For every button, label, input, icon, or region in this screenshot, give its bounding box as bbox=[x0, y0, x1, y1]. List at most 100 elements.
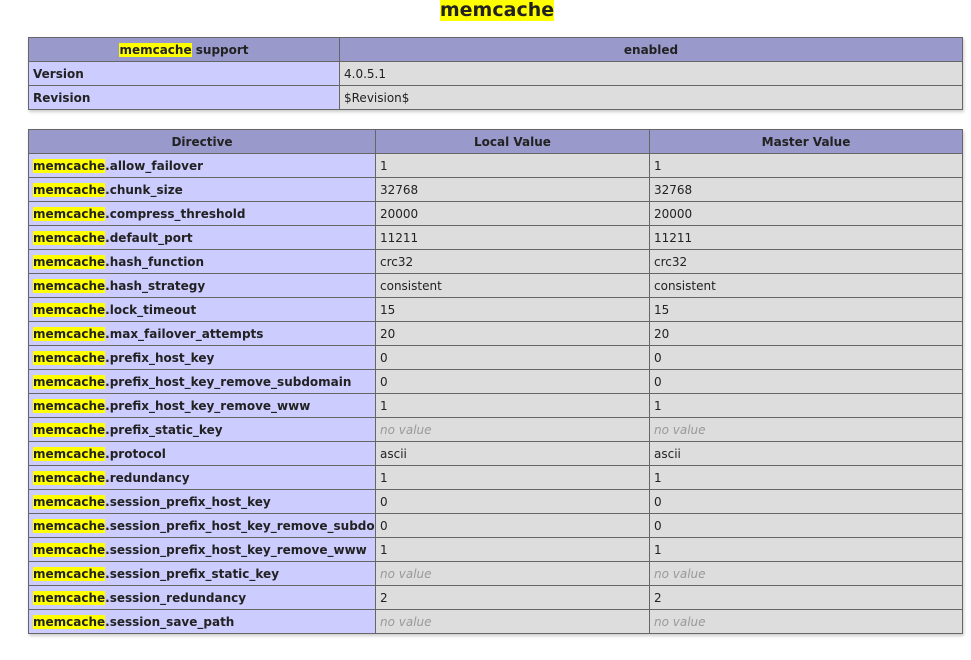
master-value: ascii bbox=[649, 441, 963, 466]
directive-name: memcache.max_failover_attempts bbox=[28, 321, 376, 346]
master-value: 20 bbox=[649, 321, 963, 346]
master-value: 0 bbox=[649, 345, 963, 370]
directive-name: memcache.allow_failover bbox=[28, 153, 376, 178]
master-value-column-header: Master Value bbox=[649, 129, 963, 154]
directive-suffix: .session_prefix_host_key_remove_subdomai… bbox=[105, 518, 375, 533]
master-value: no value bbox=[649, 561, 963, 586]
directive-name: memcache.lock_timeout bbox=[28, 297, 376, 322]
revision-label: Revision bbox=[28, 85, 340, 110]
revision-value: $Revision$ bbox=[339, 85, 963, 110]
table-row: memcache.session_prefix_static_key no val… bbox=[28, 561, 963, 586]
table-row: memcache.hash_function crc32 crc32 bbox=[28, 249, 963, 274]
directive-suffix: .session_prefix_static_key bbox=[105, 566, 280, 581]
directive-suffix: .compress_threshold bbox=[105, 206, 246, 221]
directive-name: memcache.session_prefix_static_key bbox=[28, 561, 376, 586]
local-value: 15 bbox=[375, 297, 650, 322]
search-highlight: memcache bbox=[33, 566, 106, 581]
master-value: 1 bbox=[649, 153, 963, 178]
version-value: 4.0.5.1 bbox=[339, 61, 963, 86]
directive-suffix: .prefix_static_key bbox=[105, 422, 223, 437]
local-value: 0 bbox=[375, 489, 650, 514]
support-header-row: memcache support enabled bbox=[28, 37, 963, 62]
search-highlight: memcache bbox=[33, 326, 106, 341]
local-value: 0 bbox=[375, 345, 650, 370]
no-value-text: no value bbox=[380, 422, 432, 437]
search-highlight: memcache bbox=[33, 278, 106, 293]
local-value: consistent bbox=[375, 273, 650, 298]
master-value: no value bbox=[649, 417, 963, 442]
search-highlight: memcache bbox=[33, 350, 106, 365]
directive-name: memcache.session_prefix_host_key_remove_… bbox=[28, 537, 376, 562]
directive-name: memcache.prefix_static_key bbox=[28, 417, 376, 442]
memcache-support-table: memcache support enabled Version 4.0.5.1… bbox=[28, 37, 963, 110]
table-row: memcache.prefix_host_key_remove_subdomai… bbox=[28, 369, 963, 394]
directive-column-header: Directive bbox=[28, 129, 376, 154]
table-row: memcache.prefix_static_key no value no val… bbox=[28, 417, 963, 442]
no-value-text: no value bbox=[380, 614, 432, 629]
search-highlight: memcache bbox=[119, 42, 192, 57]
no-value-text: no value bbox=[654, 566, 706, 581]
master-value: 15 bbox=[649, 297, 963, 322]
master-value: 20000 bbox=[649, 201, 963, 226]
table-row: memcache.session_prefix_host_key_remove_… bbox=[28, 537, 963, 562]
table-row: memcache.allow_failover 1 1 bbox=[28, 153, 963, 178]
local-value: crc32 bbox=[375, 249, 650, 274]
directive-suffix: .default_port bbox=[105, 230, 193, 245]
directive-suffix: .session_prefix_host_key_remove_www bbox=[105, 542, 367, 557]
master-value: consistent bbox=[649, 273, 963, 298]
version-label: Version bbox=[28, 61, 340, 86]
directive-suffix: .prefix_host_key_remove_www bbox=[105, 398, 311, 413]
search-highlight: memcache bbox=[33, 398, 106, 413]
table-row: memcache.compress_threshold 20000 20000 bbox=[28, 201, 963, 226]
enabled-header-cell: enabled bbox=[339, 37, 963, 62]
local-value: 1 bbox=[375, 153, 650, 178]
directive-suffix: .chunk_size bbox=[105, 182, 183, 197]
directive-name: memcache.session_save_path bbox=[28, 609, 376, 634]
table-row: memcache.redundancy 1 1 bbox=[28, 465, 963, 490]
local-value: 11211 bbox=[375, 225, 650, 250]
directive-name: memcache.hash_function bbox=[28, 249, 376, 274]
master-value: no value bbox=[649, 609, 963, 634]
search-highlight: memcache bbox=[33, 590, 106, 605]
directive-name: memcache.session_prefix_host_key bbox=[28, 489, 376, 514]
table-row: memcache.session_prefix_host_key_remove_… bbox=[28, 513, 963, 538]
master-value: 2 bbox=[649, 585, 963, 610]
directive-header-row: Directive Local Value Master Value bbox=[28, 129, 963, 154]
search-highlight: memcache bbox=[33, 230, 106, 245]
directive-suffix: .session_save_path bbox=[105, 614, 235, 629]
local-value: ascii bbox=[375, 441, 650, 466]
search-highlight: memcache bbox=[33, 206, 106, 221]
master-value: 11211 bbox=[649, 225, 963, 250]
local-value: 1 bbox=[375, 393, 650, 418]
support-header-cell: memcache support bbox=[28, 37, 340, 62]
directive-suffix: .prefix_host_key bbox=[105, 350, 215, 365]
directive-name: memcache.session_redundancy bbox=[28, 585, 376, 610]
search-highlight: memcache bbox=[33, 518, 106, 533]
local-value-column-header: Local Value bbox=[375, 129, 650, 154]
master-value: 0 bbox=[649, 513, 963, 538]
search-highlight: memcache bbox=[33, 494, 106, 509]
search-highlight: memcache bbox=[33, 158, 106, 173]
table-row: memcache.chunk_size 32768 32768 bbox=[28, 177, 963, 202]
directive-suffix: .lock_timeout bbox=[105, 302, 197, 317]
table-row: Version 4.0.5.1 bbox=[28, 61, 963, 86]
master-value: 0 bbox=[649, 369, 963, 394]
directive-name: memcache.prefix_host_key_remove_subdomai… bbox=[28, 369, 376, 394]
master-value: 1 bbox=[649, 393, 963, 418]
master-value: 0 bbox=[649, 489, 963, 514]
table-row: memcache.lock_timeout 15 15 bbox=[28, 297, 963, 322]
no-value-text: no value bbox=[380, 566, 432, 581]
search-highlight: memcache bbox=[33, 542, 106, 557]
local-value: 32768 bbox=[375, 177, 650, 202]
directive-suffix: .hash_strategy bbox=[105, 278, 206, 293]
directive-suffix: .session_redundancy bbox=[105, 590, 247, 605]
search-highlight: memcache bbox=[33, 614, 106, 629]
search-highlight: memcache bbox=[33, 446, 106, 461]
directive-name: memcache.chunk_size bbox=[28, 177, 376, 202]
table-row: memcache.prefix_host_key_remove_www 1 1 bbox=[28, 393, 963, 418]
no-value-text: no value bbox=[654, 614, 706, 629]
local-value: 0 bbox=[375, 369, 650, 394]
table-row: memcache.session_prefix_host_key 0 0 bbox=[28, 489, 963, 514]
search-highlight: memcache bbox=[33, 182, 106, 197]
table-row: memcache.default_port 11211 11211 bbox=[28, 225, 963, 250]
